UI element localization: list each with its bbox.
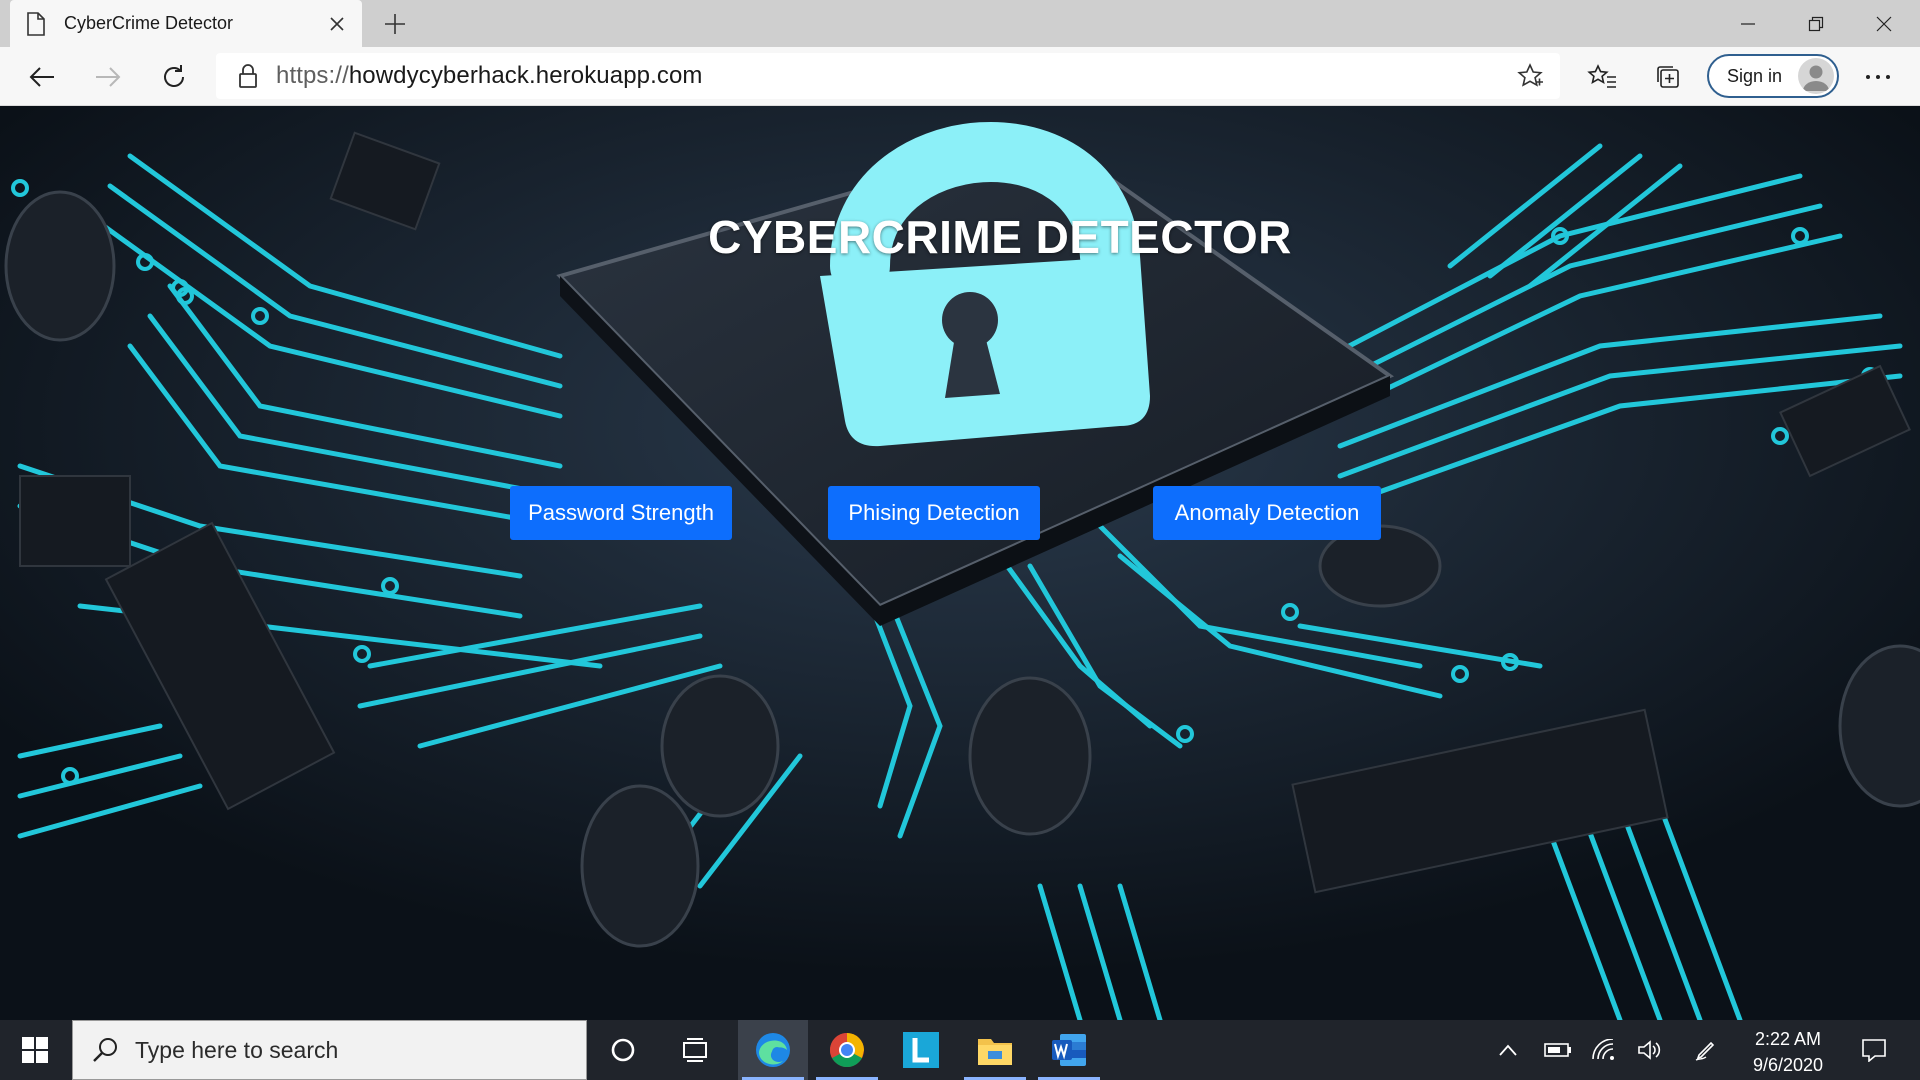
password-strength-button[interactable]: Password Strength — [510, 486, 732, 540]
restore-button[interactable] — [1782, 0, 1850, 47]
word-icon[interactable] — [1034, 1020, 1104, 1080]
task-view-icon[interactable] — [660, 1020, 730, 1080]
back-button[interactable] — [22, 57, 62, 97]
refresh-button[interactable] — [154, 57, 194, 97]
taskbar-search-box[interactable]: Type here to search — [72, 1020, 587, 1080]
close-tab-icon[interactable] — [320, 7, 354, 41]
url-text[interactable]: https://howdycyberhack.herokuapp.com — [276, 62, 1510, 90]
tab-title: CyberCrime Detector — [64, 13, 234, 33]
taskbar: Type here to search 2:22 AM 9/6/2020 — [0, 1020, 1920, 1080]
edge-icon[interactable] — [738, 1020, 808, 1080]
favorites-icon[interactable] — [1582, 57, 1622, 97]
clock-date: 9/6/2020 — [1752, 1055, 1824, 1075]
avatar-icon — [1798, 58, 1834, 94]
clock-time: 2:22 AM — [1754, 1029, 1822, 1049]
pen-ink-icon[interactable] — [1686, 1020, 1726, 1080]
browser-toolbar: https://howdycyberhack.herokuapp.com Sig… — [0, 47, 1920, 106]
system-clock[interactable]: 2:22 AM 9/6/2020 — [1734, 1026, 1842, 1078]
l-app-icon[interactable] — [886, 1020, 956, 1080]
search-placeholder: Type here to search — [135, 1036, 339, 1063]
notifications-icon[interactable] — [1852, 1020, 1896, 1080]
anomaly-detection-button[interactable]: Anomaly Detection — [1153, 486, 1381, 540]
phishing-detection-button[interactable]: Phising Detection — [828, 486, 1040, 540]
tab-strip: CyberCrime Detector — [0, 0, 1920, 47]
address-bar[interactable]: https://howdycyberhack.herokuapp.com — [216, 53, 1560, 99]
lock-icon[interactable] — [234, 62, 262, 90]
windows-logo-icon — [22, 1037, 48, 1063]
start-button[interactable] — [0, 1020, 70, 1080]
volume-icon[interactable] — [1630, 1020, 1670, 1080]
new-tab-button[interactable] — [378, 7, 412, 41]
search-icon — [91, 1035, 121, 1065]
battery-icon[interactable] — [1538, 1020, 1578, 1080]
close-window-button[interactable] — [1850, 0, 1918, 47]
wifi-icon[interactable] — [1584, 1020, 1624, 1080]
show-desktop-button[interactable] — [1906, 1020, 1920, 1080]
sign-in-label: Sign in — [1727, 65, 1783, 86]
minimize-button[interactable] — [1714, 0, 1782, 47]
collections-icon[interactable] — [1648, 57, 1688, 97]
page-icon — [26, 11, 46, 36]
forward-button[interactable] — [88, 57, 128, 97]
page-content: CYBERCRIME DETECTOR Password Strength Ph… — [0, 106, 1920, 1020]
sign-in-button[interactable]: Sign in — [1707, 54, 1839, 98]
file-explorer-icon[interactable] — [960, 1020, 1030, 1080]
page-title: CYBERCRIME DETECTOR — [708, 211, 1292, 263]
chrome-icon[interactable] — [812, 1020, 882, 1080]
browser-tab[interactable]: CyberCrime Detector — [10, 0, 362, 47]
favorite-star-icon[interactable] — [1510, 56, 1550, 96]
more-options-icon[interactable] — [1858, 57, 1898, 97]
cortana-icon[interactable] — [588, 1020, 658, 1080]
show-hidden-icons-chevron-icon[interactable] — [1490, 1020, 1526, 1080]
